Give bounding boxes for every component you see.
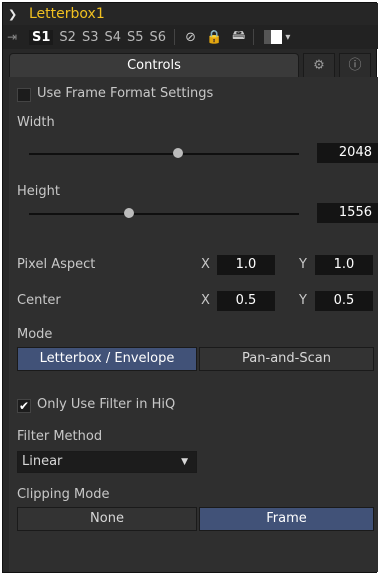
tool-header[interactable]: ❯ Letterbox1 <box>3 3 378 25</box>
tool-name: Letterbox1 <box>29 6 105 22</box>
clipping-frame-button[interactable]: Frame <box>199 507 374 531</box>
clipping-none-button[interactable]: None <box>17 507 197 531</box>
mode-label: Mode <box>17 327 53 342</box>
width-slider-track[interactable] <box>29 153 299 155</box>
filter-method-label: Filter Method <box>17 429 103 444</box>
hiq-label: Only Use Filter in HiQ <box>37 397 176 412</box>
toolbar-divider <box>174 29 176 45</box>
toolbar-divider <box>253 29 255 45</box>
height-input[interactable]: 1556 <box>317 203 378 223</box>
chevron-down-icon[interactable]: ▾ <box>285 32 290 43</box>
pixel-aspect-x-input[interactable]: 1.0 <box>217 255 275 275</box>
filter-method-dropdown[interactable]: Linear ▼ <box>17 451 197 473</box>
lock-icon[interactable]: 🔒 <box>206 30 222 45</box>
use-frame-format-label: Use Frame Format Settings <box>37 86 214 101</box>
use-frame-format-checkbox[interactable] <box>17 88 31 102</box>
pixel-aspect-x-axis: X <box>201 257 210 272</box>
tab-controls[interactable]: Controls <box>9 53 299 77</box>
version-slot-s3[interactable]: S3 <box>82 30 99 45</box>
filter-method-value: Linear <box>22 454 63 469</box>
height-slider-knob[interactable] <box>123 208 134 218</box>
height-slider-track[interactable] <box>29 213 299 215</box>
settings-gear-icon[interactable]: ⚙ <box>303 53 335 77</box>
version-slot-s4[interactable]: S4 <box>104 30 121 45</box>
mode-letterbox-button[interactable]: Letterbox / Envelope <box>17 347 197 371</box>
width-label: Width <box>17 115 55 130</box>
collapse-chevron-icon[interactable]: ❯ <box>8 8 24 21</box>
center-x-input[interactable]: 0.5 <box>217 291 275 311</box>
mode-pan-and-scan-button[interactable]: Pan-and-Scan <box>199 347 374 371</box>
center-y-input[interactable]: 0.5 <box>315 291 373 311</box>
disable-icon[interactable]: ⊘ <box>185 30 196 45</box>
center-label: Center <box>17 293 61 308</box>
version-slot-s6[interactable]: S6 <box>150 30 167 45</box>
inspector-tabs: Controls ⚙ ⓘ <box>9 53 378 77</box>
save-icon[interactable]: 🖴 <box>232 26 245 48</box>
tool-controls-panel: ❯ Letterbox1 ⇥ S1 S2 S3 S4 S5 S6 ⊘ 🔒 🖴 ▾… <box>2 2 378 573</box>
width-input[interactable]: 2048 <box>317 143 378 163</box>
controls-content: Use Frame Format Settings Width 2048 Hei… <box>9 77 378 572</box>
inspector-panel: ❯ Letterbox1 ⇥ S1 S2 S3 S4 S5 S6 ⊘ 🔒 🖴 ▾… <box>0 0 379 575</box>
pixel-aspect-label: Pixel Aspect <box>17 257 96 272</box>
pin-icon[interactable]: ⇥ <box>7 30 23 44</box>
clipping-mode-label: Clipping Mode <box>17 487 110 502</box>
pixel-aspect-y-axis: Y <box>299 257 307 272</box>
info-icon[interactable]: ⓘ <box>339 53 371 77</box>
pixel-aspect-y-input[interactable]: 1.0 <box>315 255 373 275</box>
width-slider-knob[interactable] <box>172 148 183 158</box>
version-slot-s1[interactable]: S1 <box>29 29 54 45</box>
version-toolbar: ⇥ S1 S2 S3 S4 S5 S6 ⊘ 🔒 🖴 ▾ <box>3 25 378 49</box>
version-slot-s2[interactable]: S2 <box>59 30 76 45</box>
color-swatch-icon[interactable] <box>264 30 283 44</box>
height-label: Height <box>17 184 60 199</box>
chevron-down-icon: ▼ <box>181 457 188 467</box>
version-slot-s5[interactable]: S5 <box>127 30 144 45</box>
center-y-axis: Y <box>299 293 307 308</box>
hiq-checkbox[interactable]: ✔ <box>17 399 31 413</box>
center-x-axis: X <box>201 293 210 308</box>
